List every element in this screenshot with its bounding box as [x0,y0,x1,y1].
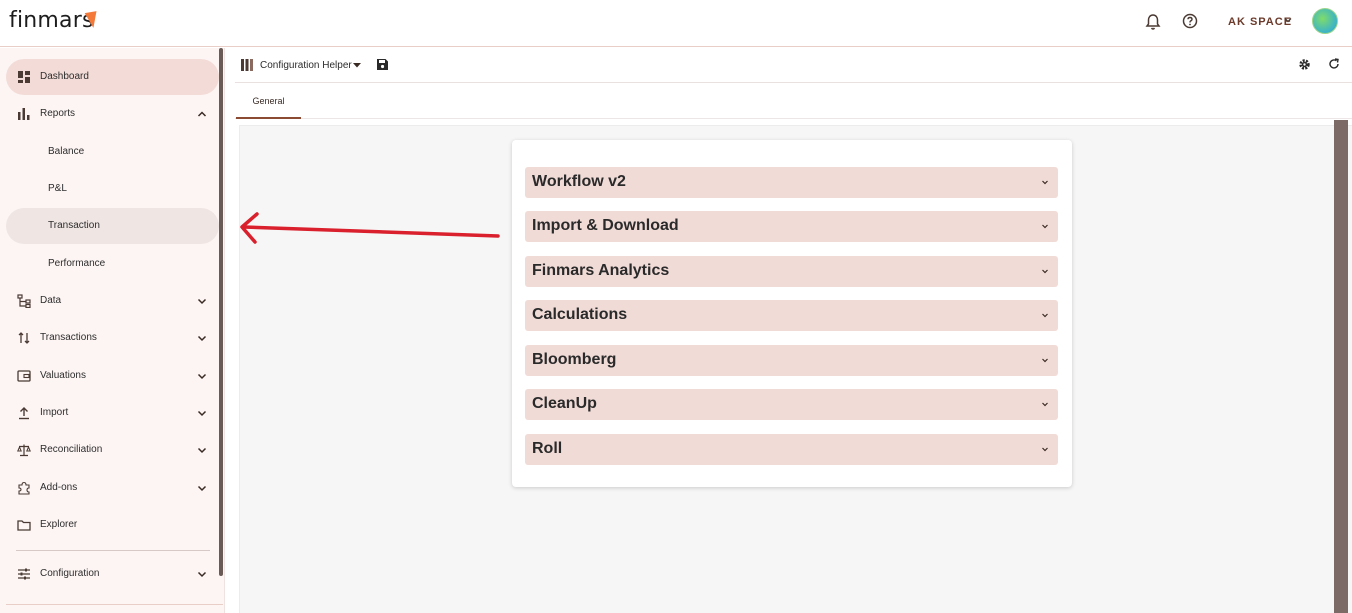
sidebar-item-label: Add-ons [40,482,78,493]
sidebar-scrollbar[interactable] [219,48,223,576]
sidebar-item-label: Dashboard [40,71,89,82]
accordion-bloomberg[interactable]: Bloomberg [525,345,1058,376]
accordion-label: Calculations [532,306,628,323]
chevron-down-icon [1042,180,1048,185]
sidebar-item-label: Reconciliation [40,444,103,455]
toolbar: Configuration Helper [235,48,1352,83]
folder-icon [17,520,31,531]
logo-mark-icon [84,11,100,29]
swap-vertical-icon [18,332,30,344]
refresh-icon[interactable] [1328,58,1340,70]
finmars-logo[interactable]: finmars [9,8,94,33]
sidebar-item-label: Explorer [40,519,78,530]
accordion-cleanup[interactable]: CleanUp [525,389,1058,420]
sidebar-item-label: Valuations [40,370,86,381]
sidebar-item-label: Reports [40,108,76,119]
content-panel: Workflow v2 Import & Download Finmars An… [239,125,1352,613]
chevron-down-icon [1042,313,1048,318]
sidebar-item-transactions[interactable]: Transactions [6,320,219,356]
sidebar-item-pl[interactable]: P&L [6,171,219,207]
chevron-down-icon[interactable] [196,482,208,494]
bell-icon[interactable] [1145,13,1161,31]
sidebar-item-label: Configuration [40,568,100,579]
sidebar: Dashboard Reports Balance P&L Transactio… [0,48,225,613]
chevron-down-icon[interactable] [196,295,208,307]
sidebar-item-label: Transaction [48,220,100,231]
sidebar-item-valuations[interactable]: Valuations [6,358,219,394]
accordion-label: Finmars Analytics [532,262,670,279]
annotation-arrow-icon [240,212,500,244]
sidebar-item-import[interactable]: Import [6,395,219,431]
scale-icon [17,444,31,457]
sidebar-item-performance[interactable]: Performance [6,246,219,282]
sidebar-item-explorer[interactable]: Explorer [6,507,219,543]
sidebar-item-label: Balance [48,146,85,157]
upload-icon [19,407,29,420]
chevron-up-icon[interactable] [196,108,208,120]
configuration-helper-card: Workflow v2 Import & Download Finmars An… [512,140,1072,487]
accordion-label: Roll [532,440,563,457]
bar-chart-icon [18,108,30,120]
sidebar-item-reports[interactable]: Reports [6,96,219,132]
puzzle-icon [18,481,30,495]
chevron-down-icon [1042,447,1048,452]
sidebar-item-label: P&L [48,183,67,194]
sidebar-item-add-ons[interactable]: Add-ons [6,470,219,506]
accordion-workflow-v2[interactable]: Workflow v2 [525,167,1058,198]
sidebar-divider [16,550,210,551]
sidebar-item-label: Data [40,295,62,306]
sidebar-item-balance[interactable]: Balance [6,134,219,170]
accordion-import-download[interactable]: Import & Download [525,211,1058,242]
sidebar-item-label: Import [40,407,69,418]
accordion-label: Import & Download [532,217,679,234]
chevron-down-icon[interactable] [196,444,208,456]
chevron-down-icon[interactable] [196,407,208,419]
chevron-down-icon [1042,402,1048,407]
save-icon[interactable] [377,59,388,70]
wallet-icon [17,370,31,382]
accordion-label: CleanUp [532,395,597,412]
content-scrollbar[interactable] [1334,120,1348,613]
accordion-finmars-analytics[interactable]: Finmars Analytics [525,256,1058,287]
data-tree-icon [17,294,31,308]
chevron-down-icon[interactable] [196,568,208,580]
sidebar-divider [6,604,223,605]
sidebar-item-configuration[interactable]: Configuration [6,556,219,592]
sidebar-item-data[interactable]: Data [6,283,219,319]
sidebar-item-dashboard[interactable]: Dashboard [6,59,219,95]
help-icon[interactable] [1182,13,1198,29]
tune-icon [18,568,30,580]
accordion-calculations[interactable]: Calculations [525,300,1058,331]
main-area: Configuration Helper General Workflow v2… [235,48,1352,613]
sidebar-item-label: Transactions [40,332,97,343]
dashboard-icon [18,71,30,83]
top-bar: finmars AK SPACE [0,0,1352,47]
avatar[interactable] [1312,8,1338,34]
layout-icon [241,59,253,71]
tab-general[interactable]: General [236,84,301,119]
chevron-down-icon[interactable] [196,332,208,344]
accordion-label: Workflow v2 [532,173,626,190]
accordion-label: Bloomberg [532,351,617,368]
chevron-down-icon [1042,224,1048,229]
sidebar-item-reconciliation[interactable]: Reconciliation [6,432,219,468]
sidebar-item-label: Performance [48,258,106,269]
layout-name-dropdown[interactable]: Configuration Helper [260,60,352,71]
gear-icon[interactable] [1298,58,1311,71]
chevron-down-icon[interactable] [196,370,208,382]
chevron-down-icon [1042,269,1048,274]
sidebar-item-transaction[interactable]: Transaction [6,208,219,244]
chevron-down-icon [1042,358,1048,363]
accordion-roll[interactable]: Roll [525,434,1058,465]
tab-bar: General [235,84,1352,119]
caret-down-icon[interactable] [353,63,361,68]
chevron-down-icon[interactable] [1283,15,1293,25]
